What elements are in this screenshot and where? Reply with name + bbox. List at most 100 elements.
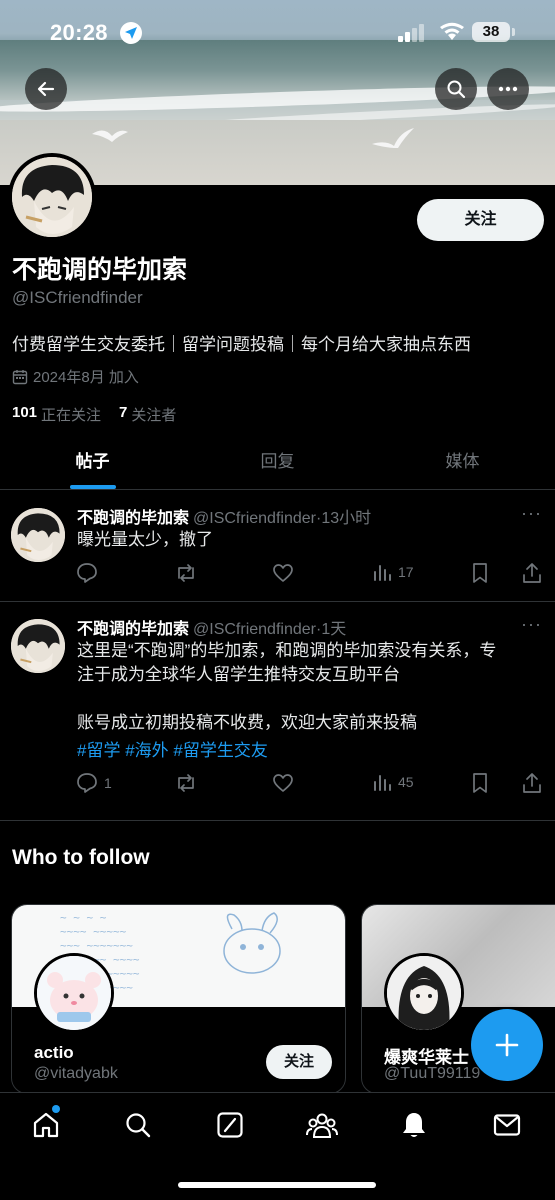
- heart-icon: [273, 774, 293, 792]
- joined-date: 2024年8月 加入: [12, 366, 139, 387]
- more-dots-icon: [498, 86, 518, 92]
- following-count[interactable]: 101: [12, 404, 37, 425]
- nav-grok[interactable]: [214, 1109, 246, 1141]
- post-avatar[interactable]: [11, 508, 65, 562]
- suggestion-handle[interactable]: @TuuT99119: [384, 1065, 480, 1083]
- post-item[interactable]: 不跑调的毕加索 @ISCfriendfinder·13小时 ··· 曝光量太少，撤…: [0, 491, 555, 602]
- hashtag-link[interactable]: #海外: [125, 741, 168, 760]
- like-button[interactable]: [272, 562, 294, 584]
- profile-bio: 付费留学生交友委托｜留学问题投稿｜每个月给大家抽点东西: [12, 335, 471, 354]
- post-author-handle[interactable]: @ISCfriendfinder: [193, 510, 316, 527]
- post-item[interactable]: 不跑调的毕加索 @ISCfriendfinder·1天 ··· 这里是“不跑调”的…: [0, 602, 555, 821]
- status-bar: 20:28 38: [0, 0, 555, 66]
- notifications-bell-icon: [403, 1113, 425, 1137]
- follow-button[interactable]: 关注: [417, 199, 544, 241]
- post-avatar[interactable]: [11, 619, 65, 673]
- share-button[interactable]: [522, 772, 542, 794]
- back-arrow-icon: [37, 81, 55, 97]
- bird-image: [372, 128, 414, 148]
- post-text-line: 注于成为全球华人留学生推特交友互助平台: [77, 665, 400, 684]
- repost-button[interactable]: [174, 772, 198, 794]
- follow-counts: 101 正在关注 7 关注者: [12, 404, 176, 425]
- bunny-doodle-image: [223, 912, 281, 974]
- nav-messages[interactable]: [491, 1109, 523, 1141]
- hashtag-link[interactable]: #留学: [77, 741, 120, 760]
- profile-tabs: 帖子 回复 媒体: [0, 440, 555, 490]
- reply-button[interactable]: 1: [76, 772, 112, 794]
- joined-text: 2024年8月 加入: [33, 369, 139, 386]
- bookmark-button[interactable]: [471, 562, 489, 584]
- like-button[interactable]: [272, 772, 294, 794]
- bookmark-button[interactable]: [471, 772, 489, 794]
- home-indicator[interactable]: [178, 1182, 376, 1188]
- hashtag-link[interactable]: #留学生交友: [173, 741, 267, 760]
- post-author-name[interactable]: 不跑调的毕加索: [77, 510, 189, 527]
- following-label[interactable]: 正在关注: [41, 404, 101, 425]
- post-time[interactable]: ·1天: [316, 621, 346, 638]
- plus-icon: [495, 1033, 519, 1057]
- tab-replies[interactable]: 回复: [185, 440, 370, 489]
- post-author-handle[interactable]: @ISCfriendfinder: [193, 621, 316, 638]
- search-icon: [126, 1113, 151, 1138]
- post-text-line: 这里是“不跑调”的毕加索，和跑调的毕加索没有关系，专: [77, 641, 497, 660]
- post-hashtags: #留学 #海外 #留学生交友: [77, 739, 268, 763]
- messages-mail-icon: [493, 1114, 521, 1136]
- followers-label[interactable]: 关注者: [131, 404, 176, 425]
- communities-icon: [306, 1113, 338, 1138]
- nav-home[interactable]: [30, 1109, 62, 1141]
- post-text-line: 账号成立初期投稿不收费，欢迎大家前来投稿: [77, 713, 417, 732]
- back-button[interactable]: [25, 68, 67, 110]
- views-chart-icon: [374, 565, 391, 581]
- portrait-avatar-image: [387, 956, 461, 1030]
- post-actions: 1 45: [76, 772, 546, 796]
- share-icon: [523, 563, 541, 583]
- share-button[interactable]: [522, 562, 542, 584]
- post-text: 曝光量太少，撤了: [77, 530, 213, 549]
- post-time[interactable]: ·13小时: [316, 510, 371, 527]
- post-author-name[interactable]: 不跑调的毕加索: [77, 621, 189, 638]
- profile-handle: @ISCfriendfinder: [12, 288, 143, 307]
- post-more-icon[interactable]: ···: [521, 614, 542, 635]
- nav-notifications[interactable]: [398, 1109, 430, 1141]
- share-icon: [523, 773, 541, 793]
- post-actions: 17: [76, 562, 546, 586]
- suggestion-follow-button[interactable]: 关注: [266, 1045, 332, 1079]
- suggestion-name[interactable]: actio: [34, 1043, 74, 1063]
- views-chart-icon: [374, 775, 391, 791]
- followers-count[interactable]: 7: [119, 404, 127, 425]
- tab-media[interactable]: 媒体: [370, 440, 555, 489]
- anime-avatar-image: [11, 508, 65, 562]
- post-header: 不跑调的毕加索 @ISCfriendfinder·13小时: [77, 504, 371, 528]
- status-time: 20:28: [50, 20, 108, 45]
- bird-image: [92, 130, 128, 142]
- suggestion-avatar[interactable]: [384, 953, 464, 1033]
- repost-button[interactable]: [174, 562, 198, 584]
- post-header: 不跑调的毕加索 @ISCfriendfinder·1天: [77, 615, 346, 639]
- repost-icon: [178, 774, 194, 792]
- hamster-avatar-image: [37, 956, 111, 1030]
- search-button[interactable]: [435, 68, 477, 110]
- profile-name: 不跑调的毕加索: [12, 256, 188, 284]
- more-options-button[interactable]: [487, 68, 529, 110]
- post-more-icon[interactable]: ···: [521, 503, 542, 524]
- reply-icon: [77, 563, 97, 583]
- views-count: 45: [398, 774, 414, 790]
- views-button[interactable]: 45: [372, 772, 414, 792]
- views-count: 17: [398, 564, 414, 580]
- suggestion-avatar[interactable]: [34, 953, 114, 1033]
- suggestion-handle[interactable]: @vitadyabk: [34, 1065, 118, 1083]
- tab-posts[interactable]: 帖子: [0, 440, 185, 489]
- reply-button[interactable]: [76, 562, 104, 584]
- follow-suggestion-card[interactable]: ~ ~ ~ ~ ~~~~ ~~~~~ ~~~ ~~~~~~~ ~~ ~~ ~~ ~…: [11, 904, 346, 1094]
- repost-icon: [178, 564, 194, 582]
- anime-avatar-image: [12, 157, 92, 237]
- profile-avatar[interactable]: [8, 153, 96, 241]
- calendar-icon: [12, 369, 28, 384]
- battery-cap: [512, 28, 515, 36]
- home-icon: [33, 1112, 59, 1138]
- nav-communities[interactable]: [306, 1109, 338, 1141]
- views-button[interactable]: 17: [372, 562, 414, 582]
- compose-button[interactable]: [471, 1009, 543, 1081]
- heart-icon: [273, 564, 293, 582]
- nav-search[interactable]: [122, 1109, 154, 1141]
